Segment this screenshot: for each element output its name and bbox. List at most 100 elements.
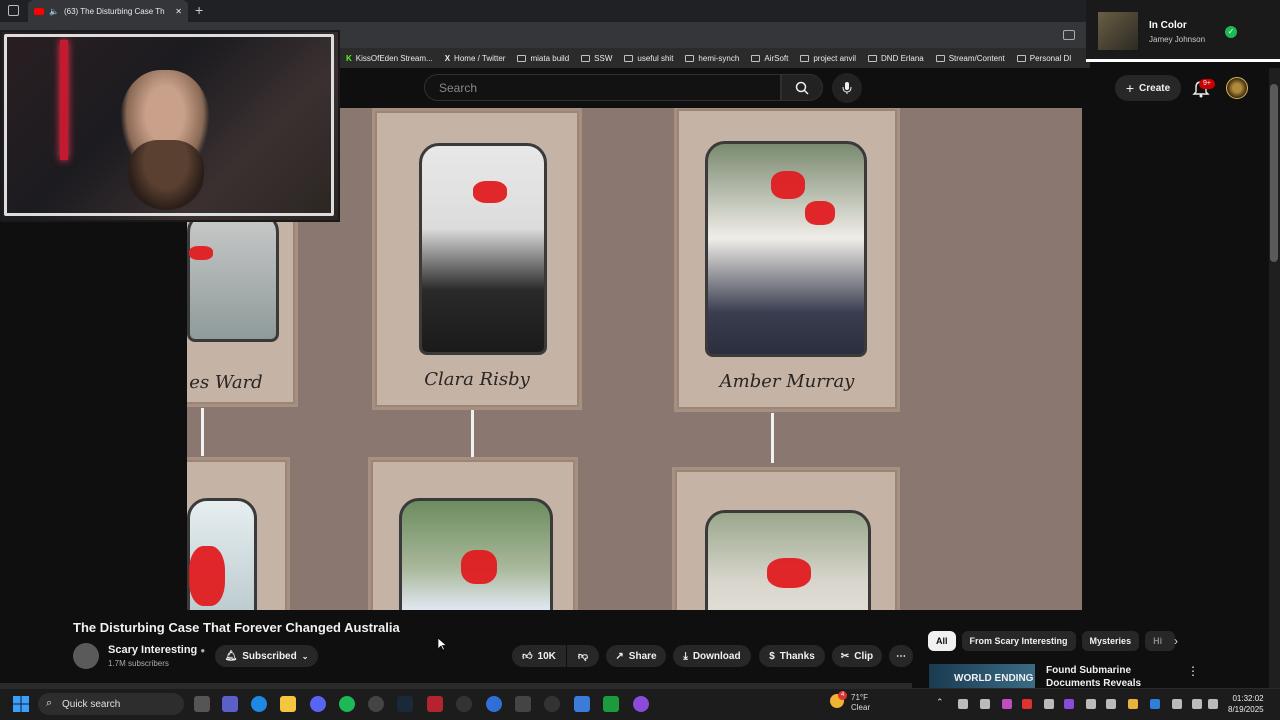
search-icon (795, 81, 809, 95)
tab-title: (63) The Disturbing Case Th (63, 6, 165, 16)
tray-icon[interactable] (1022, 699, 1032, 709)
chip-from-channel[interactable]: From Scary Interesting (961, 631, 1076, 651)
tray-icon[interactable] (1002, 699, 1012, 709)
bookmark-folder-stream[interactable]: Stream/Content (935, 54, 1005, 63)
dislike-button[interactable]: 👎︎ (567, 645, 599, 667)
chip-mysteries[interactable]: Mysteries (1081, 631, 1140, 651)
bookmark-folder-anvil[interactable]: project anvil (800, 54, 856, 63)
tray-chevron-up-icon[interactable]: ⌃ (936, 697, 944, 708)
tray-icon[interactable] (1064, 699, 1074, 709)
redaction-mark (461, 550, 497, 584)
share-icon: ↗ (615, 650, 624, 662)
search-icon: ⌕ (46, 697, 53, 709)
album-art (1098, 12, 1138, 50)
bookmark-folder-hemi[interactable]: hemi-synch (685, 54, 739, 63)
webcam-frame (4, 34, 334, 216)
tray-icon[interactable] (1106, 699, 1116, 709)
system-clock[interactable]: 01:32:02 8/19/2025 (1228, 693, 1264, 715)
more-icon: ⋯ (896, 650, 906, 662)
new-tab-icon[interactable]: + (195, 2, 203, 18)
chevron-down-icon: ⌄ (301, 651, 309, 661)
share-button[interactable]: ↗ Share (606, 645, 666, 667)
search-button[interactable] (781, 74, 823, 101)
discord-icon[interactable] (310, 696, 326, 712)
bookmark-folder-personal[interactable]: Personal Dl (1016, 54, 1071, 63)
browser-tab[interactable]: 🔈 (63) The Disturbing Case Th ✕ (28, 0, 188, 22)
search-input[interactable]: Search (424, 74, 781, 101)
folder-icon (1016, 54, 1026, 62)
steam-icon[interactable] (397, 696, 413, 712)
more-actions-button[interactable]: ⋯ (889, 645, 913, 667)
subscriber-count: 1.7M subscribers (108, 659, 169, 668)
teams-icon[interactable] (222, 696, 238, 712)
chip-history[interactable]: Hi (1145, 631, 1176, 651)
filter-chips: All From Scary Interesting Mysteries Hi (928, 631, 1176, 651)
app-icon[interactable] (486, 696, 502, 712)
network-icon[interactable] (1192, 699, 1202, 709)
scrollbar-thumb[interactable] (1270, 84, 1278, 262)
taskbar-search[interactable]: ⌕ Quick search (38, 693, 184, 715)
thanks-button[interactable]: $ Thanks (759, 645, 825, 667)
redaction-mark (189, 246, 213, 260)
chart-app-icon[interactable] (603, 696, 619, 712)
weather-widget[interactable]: 71°F Clear (851, 693, 870, 713)
bookmark-folder-airsoft[interactable]: AirSoft (751, 54, 788, 63)
tab-actions-icon[interactable] (8, 5, 19, 16)
bookmark-folder-ssw[interactable]: SSW (581, 54, 612, 63)
speaker-icon[interactable]: 🔈 (49, 7, 59, 16)
task-view-icon[interactable] (194, 696, 210, 712)
more-vert-icon[interactable]: ⋮ (1187, 664, 1199, 678)
tray-icon[interactable] (1044, 699, 1054, 709)
app-icon[interactable] (427, 696, 443, 712)
bookmark-folder-dnd[interactable]: DND Erlana (868, 54, 924, 63)
voice-search-button[interactable] (832, 73, 862, 103)
app-icon[interactable] (456, 696, 472, 712)
tray-icon[interactable] (1128, 699, 1138, 709)
scissors-icon: ✂ (840, 650, 850, 662)
bookmark-folder-miata[interactable]: miata build (517, 54, 569, 63)
folder-icon (517, 54, 527, 62)
extensions-icon[interactable] (1063, 30, 1075, 40)
photo-card: Clara Risby (375, 111, 579, 407)
edge-icon[interactable] (251, 696, 267, 712)
tray-icon[interactable] (980, 699, 990, 709)
notepad-icon[interactable] (574, 696, 590, 712)
obs-icon[interactable] (368, 696, 384, 712)
folder-icon (800, 54, 810, 62)
portrait-photo (187, 212, 279, 342)
string-line (771, 413, 774, 463)
thumbs-up-icon: 👍︎ (522, 651, 533, 662)
app-icon[interactable] (515, 696, 531, 712)
account-avatar[interactable] (1226, 77, 1248, 99)
photo-card: Amber Murray (677, 109, 897, 409)
bookmark-folder-useful[interactable]: useful shit (624, 54, 673, 63)
bookmark-kissofeden[interactable]: K KissOfEden Stream... (346, 54, 433, 63)
volume-icon[interactable] (1208, 699, 1218, 709)
subscribed-button[interactable]: 🔔︎ Subscribed ⌄ (215, 645, 318, 667)
folder-icon (685, 54, 695, 62)
like-button[interactable]: 👍︎ 10K (512, 645, 566, 667)
chip-all[interactable]: All (928, 631, 956, 651)
card-name-label: es Ward (189, 372, 263, 393)
download-button[interactable]: ⤓ Download (673, 645, 751, 667)
recommendation-title[interactable]: Found Submarine Documents Reveals Horrif… (1046, 664, 1186, 688)
create-button[interactable]: + Create (1115, 75, 1181, 101)
channel-avatar[interactable] (73, 643, 99, 669)
tray-icon[interactable] (1086, 699, 1096, 709)
clip-button[interactable]: ✂ Clip (832, 645, 882, 667)
recommendation-thumbnail[interactable]: WORLD ENDING (929, 664, 1035, 688)
microphone-icon[interactable] (1172, 699, 1182, 709)
bookmark-twitter[interactable]: X Home / Twitter (445, 54, 506, 63)
check-icon: ✓ (1225, 26, 1237, 38)
bluetooth-icon[interactable] (1150, 699, 1160, 709)
windows-start-icon[interactable] (12, 695, 30, 713)
tray-icon[interactable] (958, 699, 968, 709)
close-tab-icon[interactable]: ✕ (175, 7, 182, 16)
app-icon[interactable] (633, 696, 649, 712)
channel-name[interactable]: Scary Interesting ● (108, 644, 205, 656)
card-name-label: Clara Risby (424, 369, 530, 390)
chevron-right-icon[interactable]: › (1174, 634, 1178, 648)
spotify-icon[interactable] (339, 696, 355, 712)
app-icon[interactable] (544, 696, 560, 712)
file-explorer-icon[interactable] (280, 696, 296, 712)
